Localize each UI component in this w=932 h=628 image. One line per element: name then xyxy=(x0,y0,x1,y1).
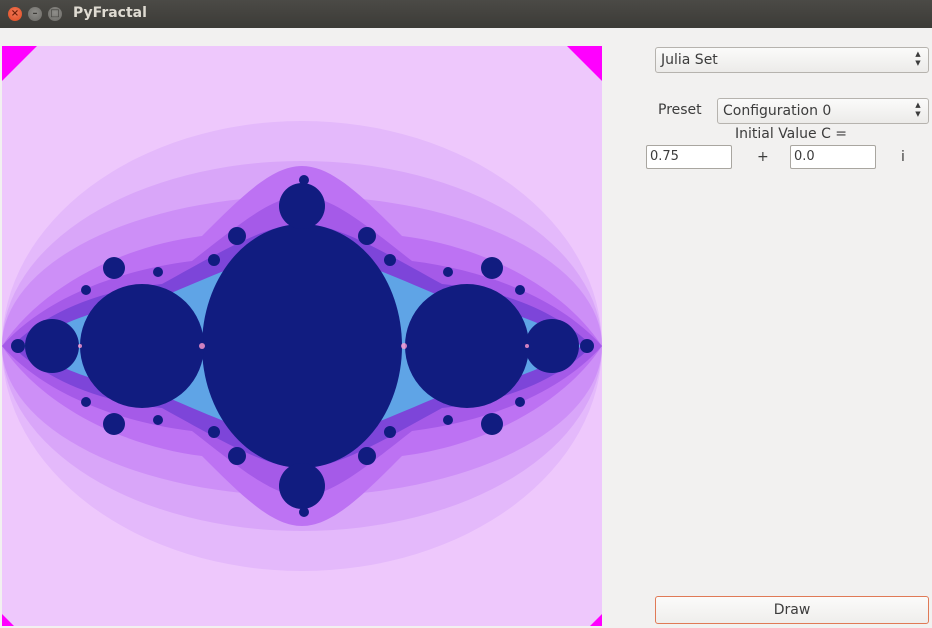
imag-unit-label: i xyxy=(901,149,905,165)
maximize-icon[interactable]: □ xyxy=(48,7,62,21)
fractal-type-select[interactable]: Julia Set ▲ ▼ xyxy=(655,47,929,73)
title-bar: × – □ PyFractal xyxy=(0,0,932,28)
plus-label: + xyxy=(757,149,769,165)
draw-button[interactable]: Draw xyxy=(655,596,929,624)
c-real-input[interactable]: 0.75 xyxy=(646,145,732,169)
minimize-icon[interactable]: – xyxy=(28,7,42,21)
preset-value: Configuration 0 xyxy=(723,103,832,119)
preset-label: Preset xyxy=(658,102,702,118)
fractal-type-value: Julia Set xyxy=(661,52,718,68)
fractal-canvas[interactable] xyxy=(2,46,602,626)
updown-arrows-icon: ▲ ▼ xyxy=(915,50,921,67)
close-icon[interactable]: × xyxy=(8,7,22,21)
updown-arrows-icon: ▲ ▼ xyxy=(915,101,921,118)
initial-value-label: Initial Value C = xyxy=(735,126,848,142)
preset-select[interactable]: Configuration 0 ▲ ▼ xyxy=(717,98,929,124)
window-title: PyFractal xyxy=(73,5,147,21)
fractal-image xyxy=(2,46,602,626)
c-imag-input[interactable]: 0.0 xyxy=(790,145,876,169)
